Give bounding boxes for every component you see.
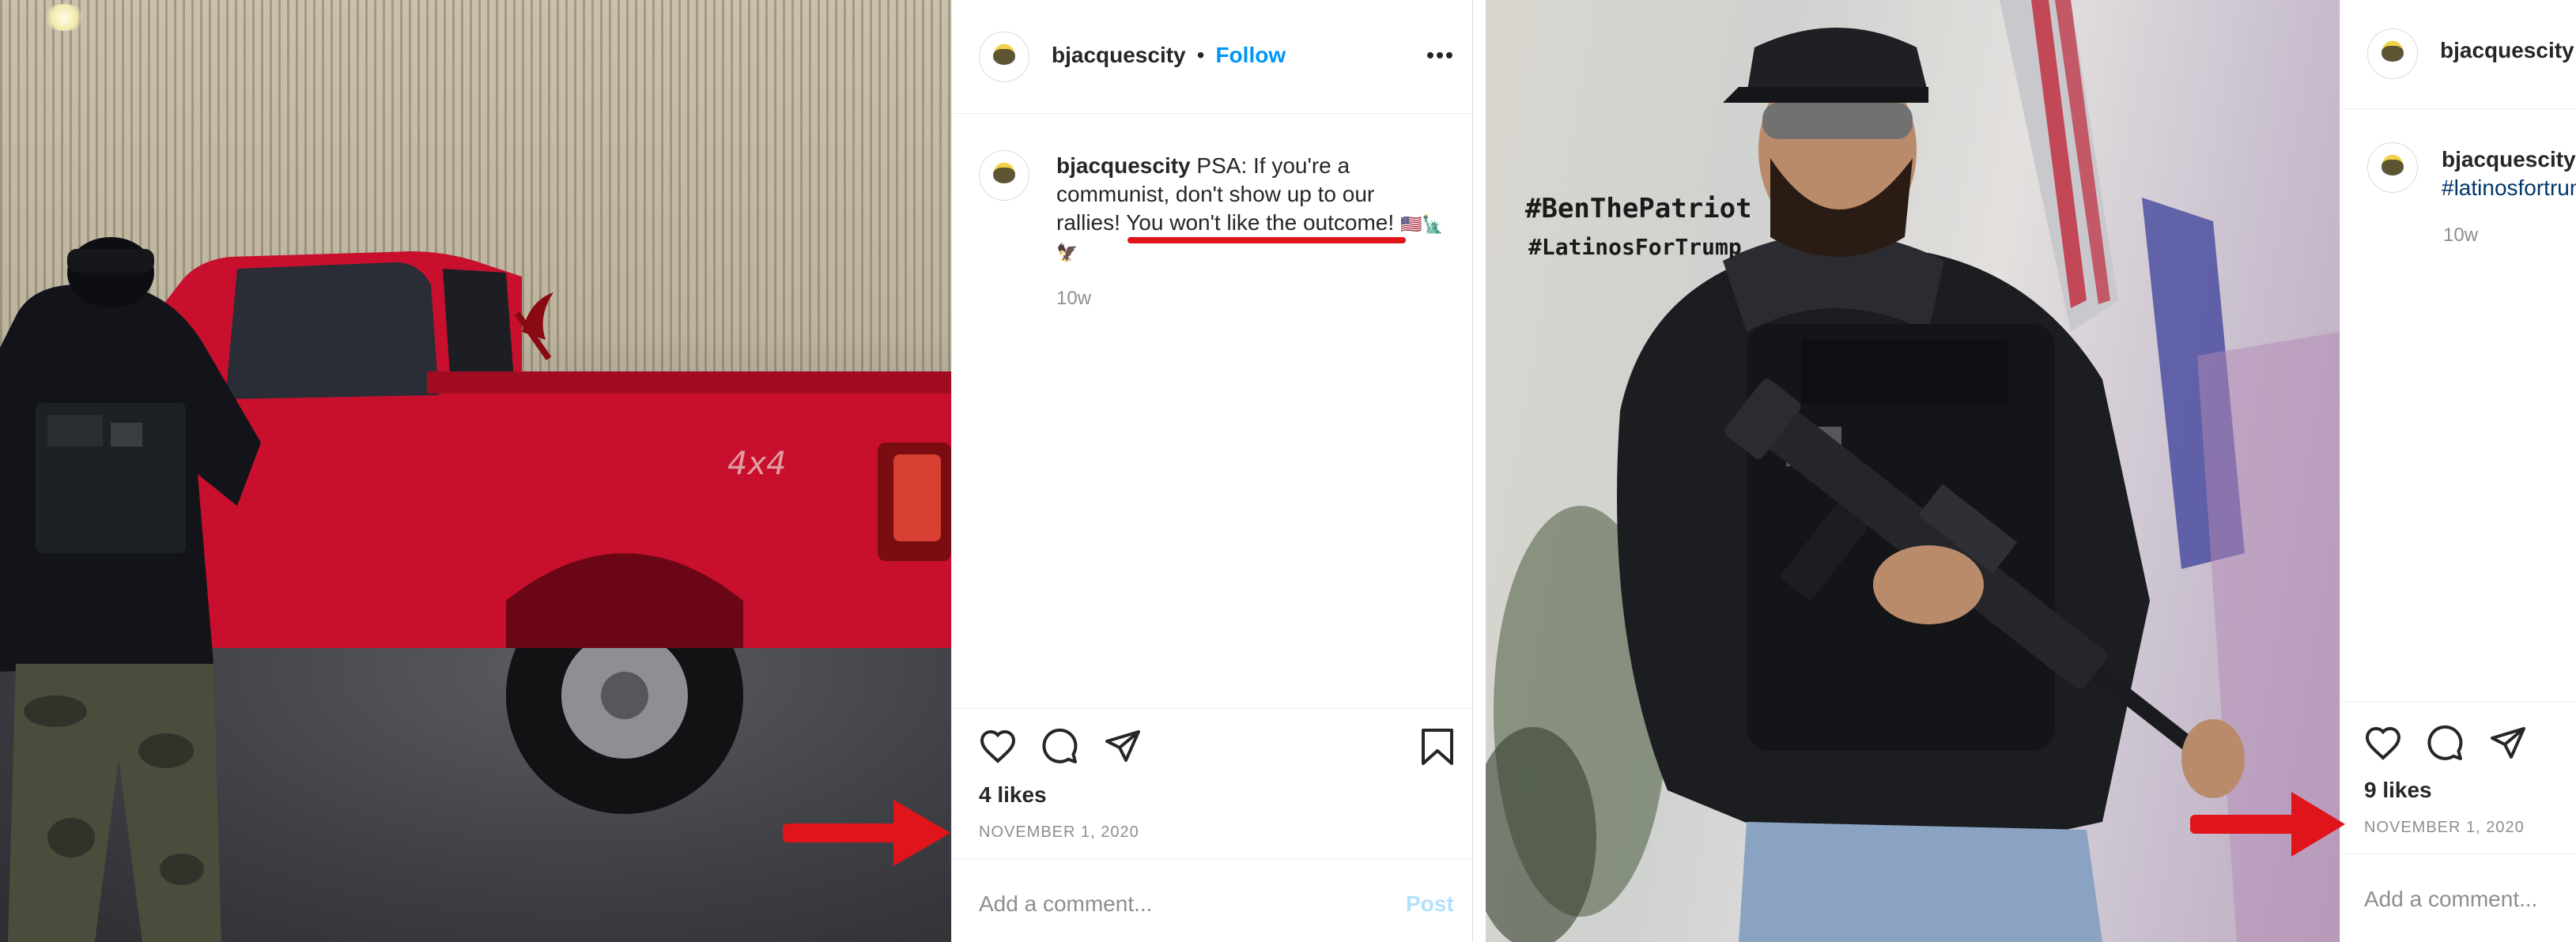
red-arrow-annotation-1: [783, 800, 950, 866]
comment-icon[interactable]: [2426, 724, 2464, 762]
comment-divider: [2340, 853, 2576, 854]
follow-button[interactable]: Follow: [1215, 43, 1286, 68]
caption-line2: communist, don't show up to our: [1056, 182, 1375, 206]
post2-panel: bjacquescity bjacquescity #latinosfortru…: [2340, 0, 2576, 942]
post-button[interactable]: Post: [1406, 891, 1454, 917]
actions-divider: [952, 708, 1472, 709]
image-gap: [1473, 0, 1486, 942]
heart-icon[interactable]: [979, 729, 1017, 763]
post2-header: bjacquescity: [2340, 0, 2576, 109]
red-underline-annotation: [1127, 237, 1406, 243]
actions-divider: [2340, 702, 2576, 703]
comment-icon[interactable]: [1041, 727, 1078, 765]
post1-panel: bjacquescity • Follow bjacquescity PSA: …: [951, 0, 1473, 942]
post-date: November 1, 2020: [979, 823, 1139, 841]
heart-icon[interactable]: [2364, 725, 2402, 760]
time-ago: 10w: [1056, 288, 1092, 309]
username-link[interactable]: bjacquescity: [1052, 43, 1186, 68]
more-horizontal-icon[interactable]: [1426, 40, 1453, 71]
likes-count[interactable]: 4 likes: [979, 782, 1047, 808]
red-arrow-annotation-2: [2190, 792, 2345, 857]
bookmark-icon[interactable]: [1420, 727, 1455, 767]
post-date: November 1, 2020: [2364, 819, 2525, 836]
image-overlay-hashtag-2: #LatinosForTrump: [1528, 234, 1742, 260]
post1-header: bjacquescity • Follow: [952, 0, 1472, 114]
time-ago: 10w: [2443, 224, 2479, 246]
comment-input[interactable]: Add a comment...: [2364, 887, 2537, 912]
username-link[interactable]: bjacquescity: [2440, 38, 2574, 63]
caption-avatar[interactable]: [2367, 142, 2418, 193]
caption-username[interactable]: bjacquescity: [2442, 147, 2576, 171]
avatar[interactable]: [2367, 28, 2418, 79]
separator-dot: •: [1196, 43, 1205, 67]
caption-avatar[interactable]: [979, 150, 1029, 201]
avatar[interactable]: [979, 32, 1029, 82]
caption: bjacquescity PSA: If you're a communist,…: [1056, 152, 1460, 267]
image-overlay-hashtag-1: #BenThePatriot: [1525, 193, 1752, 224]
comment-divider: [952, 858, 1472, 859]
share-icon[interactable]: [1104, 727, 1142, 765]
caption-line1: PSA: If you're a: [1196, 153, 1350, 178]
share-icon[interactable]: [2489, 724, 2527, 762]
caption-emojis: 🇺🇸🗽: [1399, 214, 1444, 234]
caption: bjacquescity #latinosfortrump: [2442, 145, 2576, 202]
caption-line3-prefix: rallies!: [1056, 210, 1127, 235]
comment-input[interactable]: Add a comment...: [979, 891, 1152, 917]
caption-hashtag[interactable]: #latinosfortrump: [2442, 174, 2576, 202]
caption-highlight: You won't like the outcome!: [1126, 210, 1395, 235]
caption-username[interactable]: bjacquescity: [1056, 153, 1191, 178]
svg-text:4x4: 4x4: [727, 446, 787, 482]
likes-count[interactable]: 9 likes: [2364, 778, 2432, 803]
